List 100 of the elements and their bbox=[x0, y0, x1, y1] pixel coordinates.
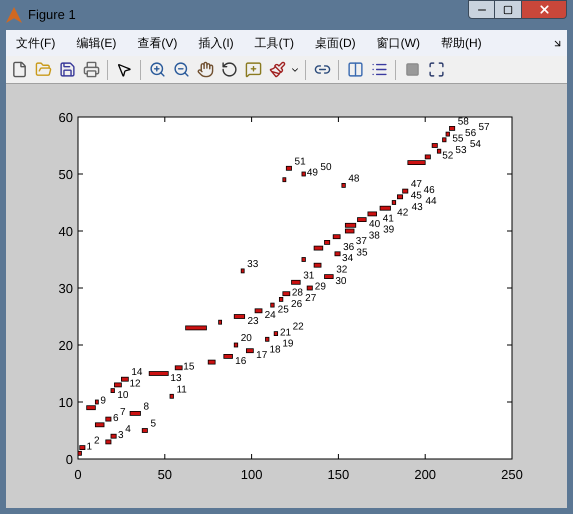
bar-label: 12 bbox=[129, 378, 141, 390]
bar bbox=[274, 331, 278, 336]
bar bbox=[324, 274, 334, 279]
menu-item[interactable]: 文件(F) bbox=[10, 34, 62, 52]
y-tick-label: 20 bbox=[58, 338, 73, 353]
pointer-icon[interactable] bbox=[116, 62, 132, 78]
bar bbox=[332, 234, 341, 240]
bar-label: 18 bbox=[270, 344, 281, 356]
print-icon[interactable] bbox=[82, 61, 100, 78]
hand-icon[interactable] bbox=[196, 61, 214, 78]
bar-label: 41 bbox=[382, 213, 394, 224]
bar-label: 3 bbox=[118, 430, 124, 441]
bar bbox=[142, 428, 148, 433]
menu-item[interactable]: 插入(I) bbox=[192, 34, 240, 52]
new-file-icon[interactable] bbox=[10, 61, 28, 78]
bar-label: 7 bbox=[120, 407, 126, 418]
bar-label: 17 bbox=[256, 350, 268, 362]
menu-item[interactable]: 工具(T) bbox=[248, 34, 300, 52]
bar-label: 37 bbox=[356, 236, 367, 248]
bar-label: 31 bbox=[303, 270, 314, 282]
bar-label: 53 bbox=[455, 144, 467, 156]
bar-label: 14 bbox=[131, 367, 142, 378]
x-tick-label: 100 bbox=[240, 467, 262, 482]
y-tick-label: 10 bbox=[58, 395, 73, 410]
menu-item[interactable]: 查看(V) bbox=[131, 34, 184, 52]
bar-label: 57 bbox=[478, 122, 490, 134]
bar-label: 9 bbox=[100, 396, 106, 407]
bar-label: 52 bbox=[442, 150, 454, 162]
close-icon bbox=[538, 3, 550, 16]
bar-label: 56 bbox=[465, 128, 476, 139]
x-tick-label: 200 bbox=[414, 467, 436, 482]
menu-item[interactable]: 窗口(W) bbox=[370, 34, 426, 52]
bar-label: 26 bbox=[291, 298, 302, 310]
bar-label: 28 bbox=[292, 287, 303, 298]
zoom-in-icon[interactable] bbox=[148, 61, 166, 78]
menu-item[interactable]: 编辑(E) bbox=[70, 34, 122, 52]
bar-label: 15 bbox=[183, 362, 194, 372]
bar-label: 13 bbox=[170, 372, 182, 384]
bar-label: 54 bbox=[470, 139, 481, 150]
bar-label: 5 bbox=[150, 418, 156, 430]
bar-label: 24 bbox=[264, 310, 276, 322]
legend-icon[interactable] bbox=[370, 61, 388, 78]
x-tick-label: 250 bbox=[501, 467, 523, 482]
menu-item[interactable]: 桌面(D) bbox=[308, 34, 362, 52]
y-tick-label: 60 bbox=[58, 110, 73, 125]
bar-label: 4 bbox=[125, 424, 131, 436]
bar-label: 10 bbox=[117, 390, 128, 401]
bar-label: 47 bbox=[410, 179, 422, 190]
bar-label: 25 bbox=[278, 304, 289, 316]
bar-label: 19 bbox=[282, 338, 294, 350]
bar bbox=[185, 326, 207, 330]
bar-label: 50 bbox=[320, 162, 332, 173]
bar-label: 44 bbox=[425, 196, 437, 208]
bar-label: 39 bbox=[383, 224, 394, 236]
bar bbox=[302, 257, 306, 262]
bar-label: 23 bbox=[247, 316, 259, 327]
bar bbox=[341, 183, 346, 188]
bar-label: 51 bbox=[294, 156, 306, 168]
bar-label: 27 bbox=[305, 293, 316, 304]
bar bbox=[265, 336, 270, 342]
maximize-icon bbox=[503, 4, 513, 14]
bar-label: 40 bbox=[369, 219, 380, 230]
frame-icon[interactable] bbox=[428, 61, 444, 78]
close-button[interactable] bbox=[521, 0, 567, 19]
bar bbox=[223, 354, 233, 359]
bar bbox=[148, 371, 169, 376]
menu-item[interactable]: 帮助(H) bbox=[434, 34, 488, 52]
bar-label: 34 bbox=[342, 253, 354, 264]
bar bbox=[234, 314, 246, 319]
save-icon[interactable] bbox=[58, 61, 76, 78]
bar-label: 49 bbox=[306, 168, 318, 179]
bar-label: 22 bbox=[292, 322, 304, 333]
bar bbox=[234, 342, 238, 348]
bar-label: 1 bbox=[86, 441, 92, 452]
minimize-button[interactable] bbox=[468, 0, 495, 19]
y-tick-label: 40 bbox=[58, 224, 73, 239]
x-tick-label: 0 bbox=[74, 467, 82, 482]
data-cursor-icon[interactable] bbox=[244, 61, 262, 78]
colorbar-icon[interactable] bbox=[346, 61, 364, 78]
window-title: Figure 1 bbox=[28, 6, 76, 24]
bar-label: 21 bbox=[280, 327, 292, 338]
bar-label: 48 bbox=[348, 173, 360, 184]
bar bbox=[208, 360, 216, 364]
x-tick-label: 150 bbox=[328, 467, 350, 482]
y-tick-label: 50 bbox=[58, 167, 73, 182]
dock-arrow-icon[interactable] bbox=[552, 38, 563, 48]
bar-label: 16 bbox=[235, 356, 246, 367]
bar-label: 2 bbox=[94, 436, 100, 447]
bar bbox=[174, 365, 183, 370]
brush-icon[interactable] bbox=[268, 61, 286, 78]
bar-label: 35 bbox=[356, 248, 368, 258]
bar-label: 45 bbox=[410, 190, 422, 202]
bar-label: 29 bbox=[314, 282, 326, 293]
square-icon[interactable] bbox=[404, 62, 420, 77]
rotate-icon[interactable] bbox=[220, 61, 238, 78]
bar bbox=[286, 166, 292, 171]
x-tick-label: 50 bbox=[158, 467, 172, 482]
bar-label: 42 bbox=[397, 208, 408, 219]
zoom-out-icon[interactable] bbox=[172, 61, 190, 78]
maximize-button[interactable] bbox=[495, 0, 521, 19]
